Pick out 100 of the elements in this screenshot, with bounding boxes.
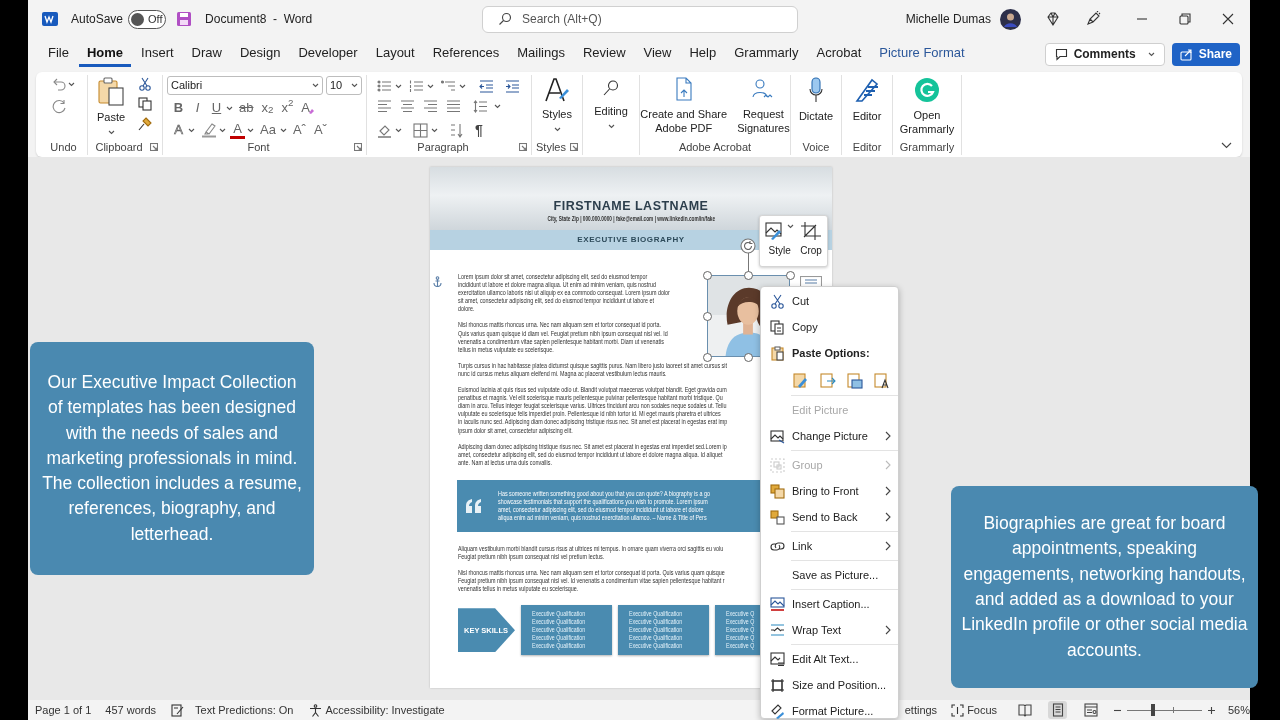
ribbon-tab[interactable]: Help: [681, 41, 725, 67]
show-marks-button[interactable]: ¶: [475, 120, 483, 141]
menu-item[interactable]: Copy: [761, 314, 898, 340]
paste-button[interactable]: Paste: [94, 76, 128, 135]
view-button[interactable]: [1081, 701, 1101, 719]
close-icon[interactable]: [1222, 13, 1234, 25]
italic-button[interactable]: I: [190, 99, 205, 117]
ribbon-tab[interactable]: Draw: [183, 41, 230, 67]
toolbar-button[interactable]: Style: [765, 222, 795, 266]
focus-icon[interactable]: [951, 703, 965, 717]
acrobat-button[interactable]: Request Signatures: [735, 77, 792, 135]
decrease-indent-icon[interactable]: [479, 79, 494, 93]
zoom-in-icon[interactable]: [1206, 705, 1216, 715]
ribbon-tab[interactable]: View: [635, 41, 680, 67]
menu-item[interactable]: Cut: [761, 288, 898, 314]
multilevel-list-icon[interactable]: [441, 79, 456, 93]
paste-merge-icon[interactable]: [819, 371, 836, 389]
ribbon-tab[interactable]: Home: [78, 41, 132, 67]
font-name-field[interactable]: Calibri: [167, 76, 323, 95]
menu-item[interactable]: Format Picture...: [761, 698, 898, 720]
display-settings-button[interactable]: ettings: [904, 701, 938, 719]
justify-icon[interactable]: [446, 100, 461, 113]
save-icon[interactable]: [176, 11, 193, 27]
menu-item[interactable]: Wrap Text: [761, 617, 898, 643]
dialog-launcher-icon[interactable]: [354, 143, 362, 151]
menu-item[interactable]: Insert Caption...: [761, 591, 898, 617]
ribbon-tab[interactable]: Developer: [290, 41, 366, 67]
grow-button[interactable]: Aˆ: [290, 121, 308, 139]
ribbon-tab[interactable]: Design: [231, 41, 289, 67]
ribbon-tab[interactable]: File: [40, 41, 77, 67]
menu-item[interactable]: Link: [761, 533, 898, 559]
pen-icon[interactable]: [1085, 11, 1101, 27]
bullets-icon[interactable]: [377, 79, 392, 93]
ribbon-tab[interactable]: Mailings: [509, 41, 573, 67]
superscript-button[interactable]: x$^{2}$: [279, 99, 296, 117]
accessibility-status[interactable]: Accessibility: Investigate: [325, 701, 445, 719]
ribbon-tab[interactable]: Picture Format: [871, 41, 973, 67]
dictate-button[interactable]: Dictate: [791, 75, 841, 125]
format-painter-icon[interactable]: [138, 117, 152, 131]
menu-item[interactable]: Edit Alt Text...: [761, 646, 898, 672]
app-logo-icon[interactable]: [42, 11, 58, 27]
share-button[interactable]: Share: [1171, 42, 1240, 66]
resize-handle[interactable]: [703, 312, 712, 321]
color-button[interactable]: A: [230, 121, 245, 139]
page-count[interactable]: Page 1 of 1: [35, 701, 92, 719]
align-left-icon[interactable]: [377, 100, 392, 113]
paste-keep-format-icon[interactable]: [792, 371, 809, 389]
resize-handle[interactable]: [703, 353, 712, 362]
restore-icon[interactable]: [1179, 13, 1191, 25]
strike-button[interactable]: ab: [237, 99, 256, 117]
line-spacing-icon[interactable]: [473, 100, 488, 113]
menu-item[interactable]: Save as Picture...: [761, 562, 898, 588]
paste-text-only-icon[interactable]: [873, 371, 890, 389]
menu-item[interactable]: Send to Back: [761, 504, 898, 530]
zoom-percent[interactable]: 56%: [1227, 701, 1250, 719]
clear-button[interactable]: A: [299, 99, 317, 117]
copy-icon[interactable]: [138, 97, 152, 111]
menu-item[interactable]: Bring to Front: [761, 478, 898, 504]
word-count[interactable]: 457 words: [105, 701, 157, 719]
editing-button[interactable]: Editing: [583, 75, 639, 129]
font-size-field[interactable]: 10: [326, 76, 362, 95]
shading-icon[interactable]: [377, 123, 392, 138]
view-button[interactable]: [1048, 701, 1068, 719]
styles-button[interactable]: Styles: [532, 75, 582, 132]
resize-handle[interactable]: [703, 271, 712, 280]
underline-button[interactable]: U: [209, 99, 224, 117]
resize-handle[interactable]: [744, 271, 753, 280]
acrobat-button[interactable]: Create and Share Adobe PDF: [638, 77, 730, 135]
autosave-toggle[interactable]: Off: [128, 9, 167, 29]
highlighter-icon[interactable]: [201, 122, 217, 138]
menu-item[interactable]: Size and Position...: [761, 672, 898, 698]
ribbon-tab[interactable]: Layout: [367, 41, 423, 67]
proofing-icon[interactable]: [171, 703, 185, 717]
comments-button[interactable]: Comments: [1044, 42, 1165, 66]
focus-button[interactable]: Focus: [967, 701, 998, 719]
ribbon-tab[interactable]: Acrobat: [808, 41, 870, 67]
ribbon-tab[interactable]: References: [424, 41, 508, 67]
accessibility-icon[interactable]: [309, 703, 323, 717]
case-button[interactable]: Aa: [258, 121, 278, 139]
effects-button[interactable]: A: [171, 121, 186, 139]
bold-button[interactable]: B: [171, 99, 186, 117]
avatar-icon[interactable]: [1000, 8, 1021, 30]
undo-icon[interactable]: [52, 77, 67, 92]
numbering-icon[interactable]: [409, 79, 424, 93]
borders-icon[interactable]: [413, 123, 428, 138]
menu-item[interactable]: Change Picture: [761, 423, 898, 449]
increase-indent-icon[interactable]: [505, 79, 520, 93]
collapse-ribbon-icon[interactable]: [1221, 142, 1232, 149]
view-button[interactable]: [1015, 701, 1035, 719]
ribbon-tab[interactable]: Review: [574, 41, 634, 67]
paste-picture-icon[interactable]: [846, 371, 863, 389]
ribbon-tab[interactable]: Grammarly: [726, 41, 807, 67]
shrink-button[interactable]: Aˇ: [311, 121, 329, 139]
resize-handle[interactable]: [786, 271, 795, 280]
grammarly-button[interactable]: Open Grammarly: [893, 75, 961, 136]
dialog-launcher-icon[interactable]: [150, 143, 158, 151]
redo-icon[interactable]: [52, 100, 67, 115]
resize-handle[interactable]: [744, 353, 753, 362]
dialog-launcher-icon[interactable]: [570, 143, 578, 151]
dialog-launcher-icon[interactable]: [519, 143, 527, 151]
